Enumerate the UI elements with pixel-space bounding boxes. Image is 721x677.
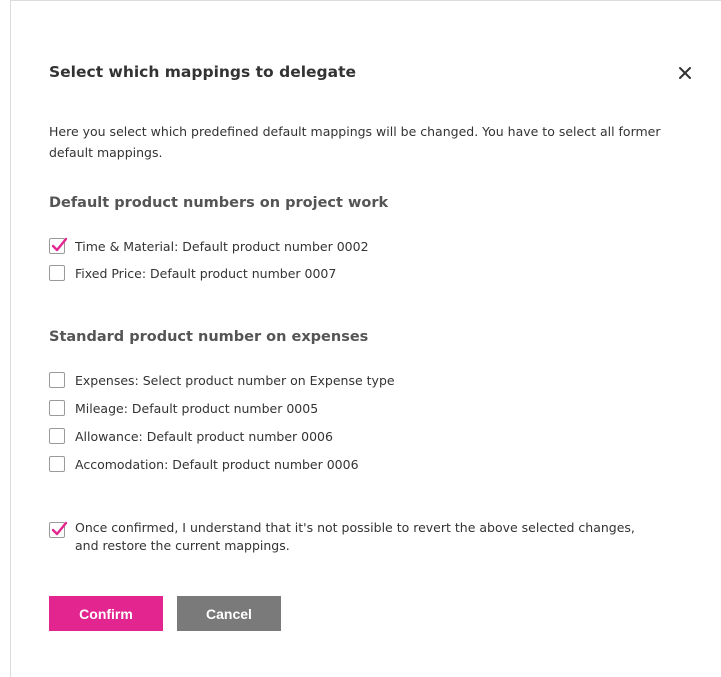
option-label: Fixed Price: Default product number 0007 [75,265,337,281]
checkbox-mileage[interactable] [49,400,65,416]
checkbox-time-material[interactable] [49,237,68,254]
checkbox-allowance[interactable] [49,428,65,444]
checkmark-icon [51,521,68,536]
dialog-intro-text: Here you select which predefined default… [49,124,661,160]
option-label: Mileage: Default product number 0005 [75,400,319,416]
page: Select which mappings to delegate Here y… [0,0,721,677]
option-expenses[interactable]: Expenses: Select product number on Expen… [49,370,395,390]
mapping-delegation-dialog: Select which mappings to delegate Here y… [11,1,721,677]
option-label: Time & Material: Default product number … [75,238,369,254]
close-button[interactable] [675,63,695,83]
confirmation-option[interactable]: Once confirmed, I understand that it's n… [49,519,635,555]
checkbox-fixed-price[interactable] [49,265,65,281]
option-mileage[interactable]: Mileage: Default product number 0005 [49,398,318,418]
option-fixed-price[interactable]: Fixed Price: Default product number 0007 [49,263,336,283]
confirm-button[interactable]: Confirm [49,596,163,631]
option-allowance[interactable]: Allowance: Default product number 0006 [49,426,333,446]
close-icon [675,63,695,83]
checkbox-expenses[interactable] [49,372,65,388]
dialog-title: Select which mappings to delegate [49,63,357,81]
section-title-expenses: Standard product number on expenses [49,329,369,345]
option-label: Expenses: Select product number on Expen… [75,372,395,388]
confirmation-text: Once confirmed, I understand that it's n… [75,520,635,553]
option-accomodation[interactable]: Accomodation: Default product number 000… [49,454,359,474]
checkmark-icon [51,237,68,252]
checkbox-accomodation[interactable] [49,456,65,472]
section-title-project-work: Default product numbers on project work [49,195,389,211]
option-label: Accomodation: Default product number 000… [75,456,359,472]
cancel-button[interactable]: Cancel [177,596,281,631]
checkbox-confirmation[interactable] [49,521,68,538]
option-label: Allowance: Default product number 0006 [75,428,333,444]
option-time-material[interactable]: Time & Material: Default product number … [49,236,369,256]
